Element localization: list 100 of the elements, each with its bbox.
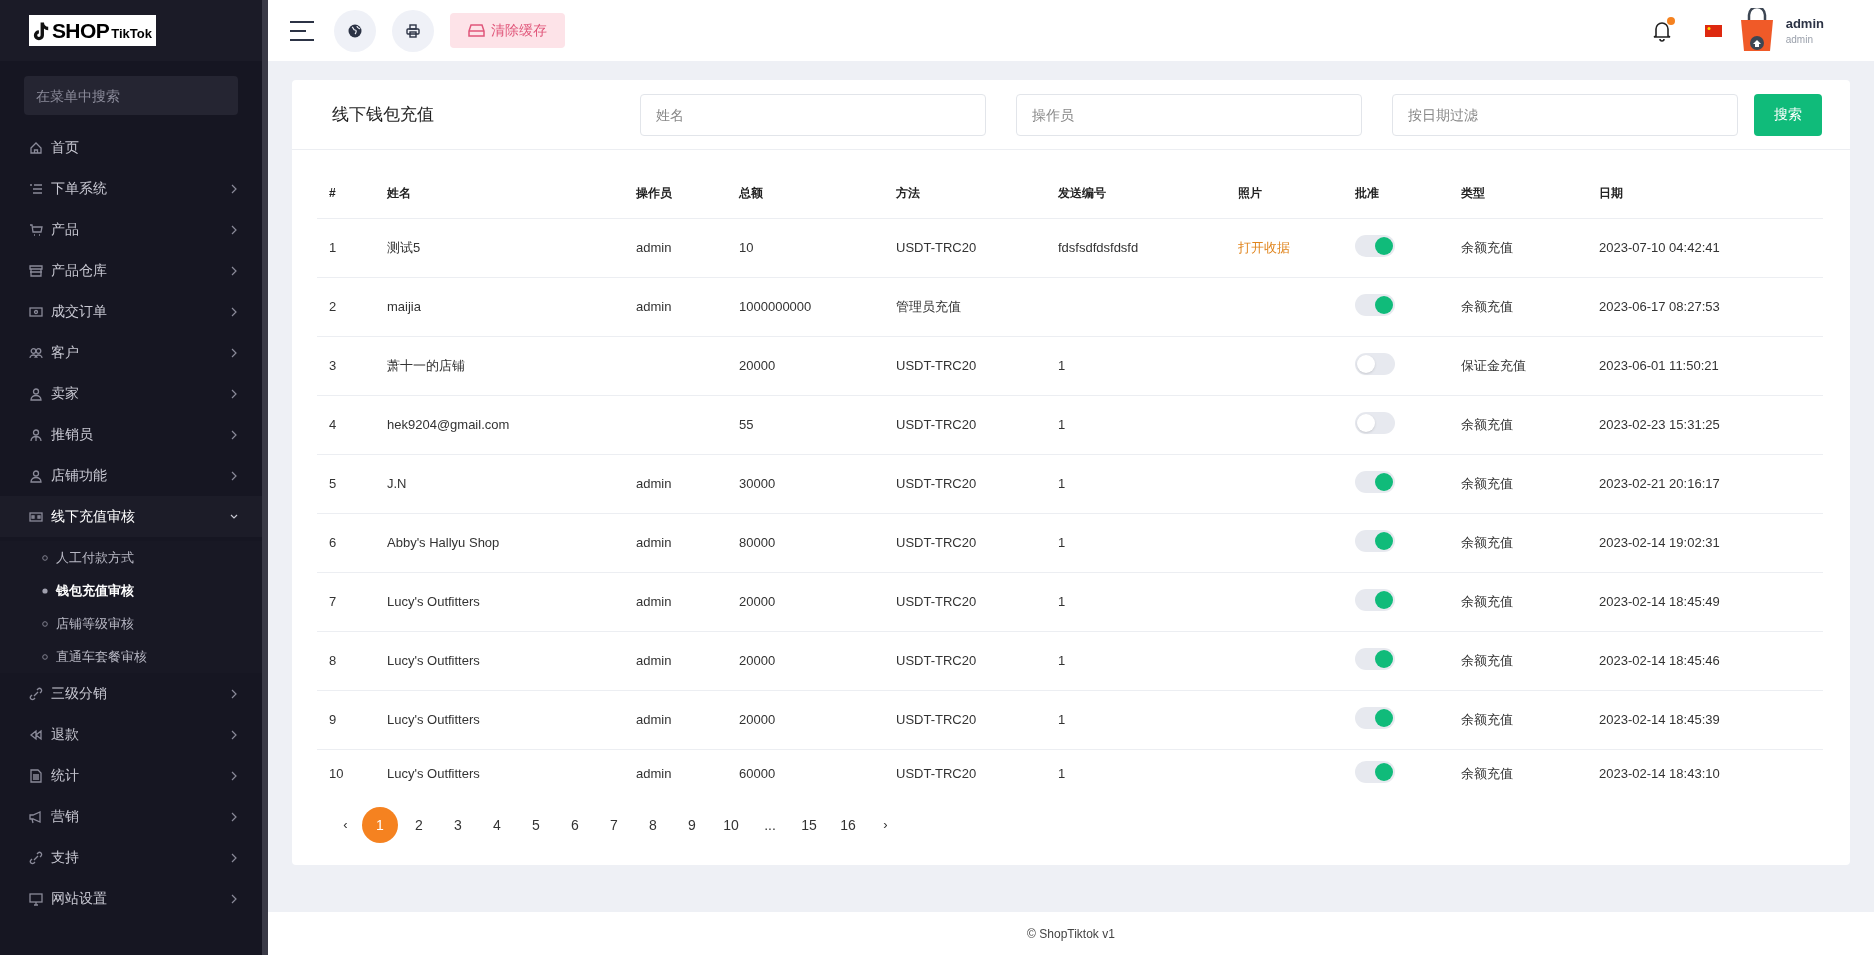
table-cell: 2023-02-21 20:16:17 (1599, 475, 1720, 491)
table-cell: 5 (329, 475, 337, 491)
table-cell: 7 (329, 593, 337, 609)
page-link[interactable]: 3 (440, 807, 476, 843)
page-link[interactable]: 9 (674, 807, 710, 843)
bell-icon[interactable] (1652, 19, 1671, 42)
page-link[interactable]: 4 (479, 807, 515, 843)
table-cell: 余额充值 (1461, 765, 1513, 781)
sidebar-item[interactable]: 网站设置 (0, 878, 262, 919)
table-cell: 2023-06-01 11:50:21 (1599, 357, 1719, 373)
print-button[interactable] (392, 9, 434, 52)
flag-icon[interactable] (1704, 24, 1722, 37)
sidebar-item[interactable]: 成交订单 (0, 291, 262, 332)
sidebar-item[interactable]: 统计 (0, 755, 262, 796)
sidebar-item[interactable]: 产品仓库 (0, 250, 262, 291)
filter-field[interactable]: 操作员 (1016, 93, 1362, 136)
ticket-icon (29, 304, 43, 319)
scrollbar[interactable] (262, 0, 268, 955)
table-cell: 1 (1058, 416, 1066, 432)
table-cell: 余额充值 (1461, 239, 1513, 255)
list-icon (29, 181, 43, 196)
menu-search-field[interactable]: 在菜单中搜索 (24, 76, 238, 115)
filter-field[interactable]: 姓名 (640, 93, 986, 136)
table-cell: admin (636, 652, 672, 668)
filter-field[interactable]: 按日期过滤 (1392, 93, 1738, 136)
card-icon (29, 509, 43, 524)
sidebar-item[interactable]: 营销 (0, 796, 262, 837)
sidebar-item[interactable]: 推销员 (0, 414, 262, 455)
table-cell: Abby's Hallyu Shop (387, 534, 500, 550)
page-link[interactable]: 6 (557, 807, 593, 843)
approve-toggle[interactable] (1355, 760, 1395, 783)
column-header: 发送编号 (1058, 185, 1106, 200)
table-cell: admin (636, 593, 672, 609)
table-cell: 9 (329, 711, 337, 727)
link-icon (29, 850, 43, 865)
sidebar-item[interactable]: 三级分销 (0, 673, 262, 714)
sidebar-item[interactable]: 产品 (0, 209, 262, 250)
page-link[interactable]: 15 (791, 807, 827, 843)
page-link[interactable]: ... (752, 807, 788, 843)
approve-toggle[interactable] (1355, 470, 1395, 493)
archive-icon (29, 263, 43, 278)
monitor-icon (29, 891, 43, 906)
table-cell: 1 (1058, 652, 1066, 668)
table-cell: 2023-06-17 08:27:53 (1599, 298, 1720, 314)
table-cell: 1 (1058, 357, 1066, 373)
page-link[interactable]: 8 (635, 807, 671, 843)
sidebar-item[interactable]: 客户 (0, 332, 262, 373)
globe-button[interactable] (334, 9, 376, 52)
sidebar-item[interactable]: 支持 (0, 837, 262, 878)
table-cell: 测试5 (387, 239, 421, 255)
approve-toggle[interactable] (1355, 352, 1395, 375)
cart-icon (29, 222, 43, 237)
page-link[interactable]: 2 (401, 807, 437, 843)
table-cell: 保证金充值 (1461, 357, 1526, 373)
page-link[interactable]: 5 (518, 807, 554, 843)
page-link[interactable]: 10 (713, 807, 749, 843)
shopping-bag-icon[interactable] (1739, 8, 1774, 53)
table-cell: 1 (329, 239, 337, 255)
document-icon (29, 768, 43, 783)
approve-toggle[interactable] (1355, 411, 1395, 434)
table-cell: 8 (329, 652, 337, 668)
next-page-link[interactable]: › (869, 815, 902, 835)
sidebar-item[interactable]: 店铺功能 (0, 455, 262, 496)
logo[interactable]: SHOPTikTok (29, 15, 156, 46)
table-cell: USDT-TRC20 (896, 416, 977, 432)
sidebar-item[interactable]: 线下充值审核 (0, 496, 262, 537)
sidebar-item[interactable]: 首页 (0, 127, 262, 168)
table-cell: 10 (329, 765, 344, 781)
sidebar-item[interactable]: 下单系统 (0, 168, 262, 209)
approve-toggle[interactable] (1355, 647, 1395, 670)
table-cell: USDT-TRC20 (896, 711, 977, 727)
approve-toggle[interactable] (1355, 588, 1395, 611)
sidebar-item[interactable]: 卖家 (0, 373, 262, 414)
menu-icon[interactable] (290, 20, 316, 41)
approve-toggle[interactable] (1355, 706, 1395, 729)
dot-icon (42, 587, 48, 594)
table-cell: 20000 (739, 652, 776, 668)
table-cell: 1 (1058, 475, 1066, 491)
logo-text: SHOP (51, 20, 110, 41)
table-cell: admin (636, 239, 672, 255)
sidebar-item[interactable]: 退款 (0, 714, 262, 755)
approve-toggle[interactable] (1355, 234, 1395, 257)
page-link[interactable]: 7 (596, 807, 632, 843)
approve-toggle[interactable] (1355, 529, 1395, 552)
table-cell: 6 (329, 534, 337, 550)
table-cell: 管理员充值 (896, 298, 961, 314)
previous-page-link[interactable]: ‹ (329, 815, 362, 835)
link-icon (29, 686, 43, 701)
footer-text: © ShopTiktok v1 (1027, 925, 1115, 943)
table-cell: 2 (329, 298, 337, 314)
table-cell: USDT-TRC20 (896, 239, 977, 255)
table-cell: 20000 (739, 593, 776, 609)
column-header: 姓名 (387, 185, 411, 200)
column-header: 照片 (1238, 185, 1262, 200)
table-cell: admin (636, 475, 672, 491)
table-cell: 80000 (739, 534, 776, 550)
approve-toggle[interactable] (1355, 293, 1395, 316)
table-cell: 1 (1058, 711, 1066, 727)
page-link[interactable]: 16 (830, 807, 866, 843)
column-header: 方法 (896, 185, 920, 200)
